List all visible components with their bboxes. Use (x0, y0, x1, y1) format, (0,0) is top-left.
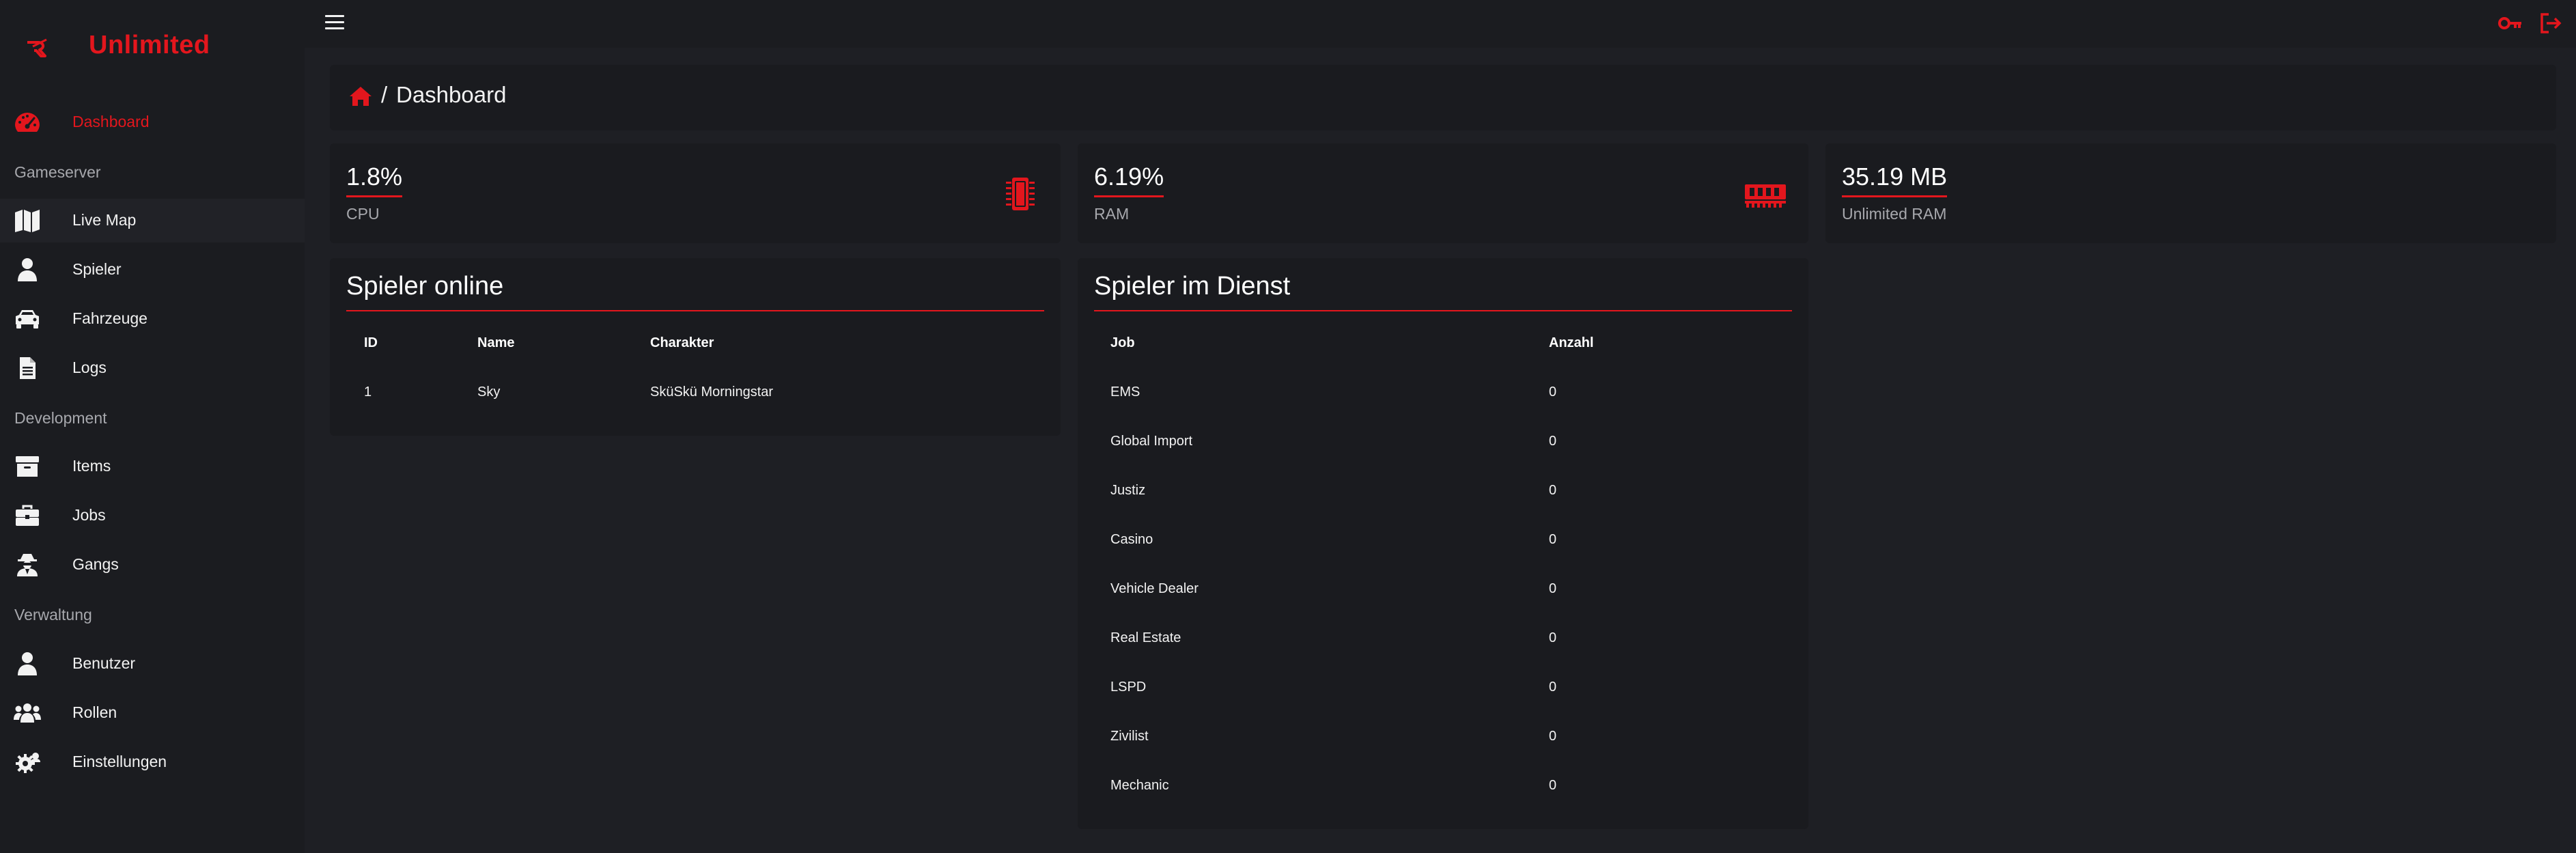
sidebar-item-label: Dashboard (72, 113, 150, 130)
section-verwaltung: Verwaltung (14, 606, 92, 624)
file-icon (14, 356, 41, 380)
sidebar-item-label: Fahrzeuge (72, 309, 148, 327)
column-header-name: Name (477, 335, 515, 350)
cell-anzahl: 0 (1549, 581, 1557, 596)
microchip-icon (1000, 176, 1040, 212)
user-icon (14, 257, 41, 282)
sidebar-item-label: Einstellungen (72, 753, 167, 770)
cell-anzahl: 0 (1549, 778, 1557, 793)
sidebar-item-logs[interactable]: Logs (0, 346, 305, 390)
sidebar-item-items[interactable]: Items (0, 445, 305, 488)
cell-anzahl: 0 (1549, 630, 1557, 645)
archive-icon (14, 454, 41, 479)
car-icon (14, 307, 41, 331)
page-title: Dashboard (396, 82, 507, 107)
brand-name: Unlimited (89, 31, 210, 59)
sidebar: Unlimited Dashboard Gameserver Live Map … (0, 0, 305, 853)
sidebar-item-label: Spieler (72, 260, 122, 278)
stat-label: Unlimited RAM (1842, 205, 1947, 223)
column-header-job: Job (1110, 335, 1135, 350)
panel-divider (346, 310, 1044, 311)
user-secret-icon (14, 553, 41, 577)
column-header-id: ID (364, 335, 378, 350)
stat-label: CPU (346, 205, 380, 223)
cell-anzahl: 0 (1549, 384, 1557, 400)
map-icon (14, 208, 41, 233)
cell-job: Global Import (1110, 434, 1193, 449)
sidebar-item-einstellungen[interactable]: Einstellungen (0, 740, 305, 784)
sidebar-item-label: Items (72, 457, 111, 475)
brand-logo (26, 36, 55, 61)
app-root: Unlimited Dashboard Gameserver Live Map … (0, 0, 2576, 853)
cell-job: Zivilist (1110, 729, 1149, 744)
cell-anzahl: 0 (1549, 680, 1557, 695)
cell-job: LSPD (1110, 680, 1147, 695)
sidebar-item-fahrzeuge[interactable]: Fahrzeuge (0, 297, 305, 341)
menu-icon[interactable] (325, 15, 344, 30)
stat-value: 1.8% (346, 163, 403, 197)
stat-value: 6.19% (1094, 163, 1164, 197)
sidebar-item-gangs[interactable]: Gangs (0, 543, 305, 587)
panel-divider (1094, 310, 1792, 311)
home-icon[interactable] (349, 85, 372, 107)
briefcase-icon (14, 503, 41, 528)
topbar (305, 0, 2576, 48)
stat-card-ram: 6.19% RAM (1078, 143, 1808, 243)
stat-card-cpu: 1.8% CPU (330, 143, 1061, 243)
sidebar-item-dashboard[interactable]: Dashboard (0, 100, 305, 144)
cell-anzahl: 0 (1549, 532, 1557, 547)
key-icon[interactable] (2498, 12, 2523, 34)
sidebar-item-spieler[interactable]: Spieler (0, 248, 305, 292)
cell-job: Justiz (1110, 483, 1146, 498)
sidebar-item-jobs[interactable]: Jobs (0, 494, 305, 537)
stat-label: RAM (1094, 205, 1130, 223)
column-header-anzahl: Anzahl (1549, 335, 1594, 350)
sidebar-item-label: Gangs (72, 555, 119, 573)
cell-name: Sky (477, 384, 501, 400)
logout-icon[interactable] (2539, 12, 2564, 34)
cell-job: Mechanic (1110, 778, 1169, 793)
cell-anzahl: 0 (1549, 483, 1557, 498)
sidebar-item-rollen[interactable]: Rollen (0, 691, 305, 735)
user-cog-icon (14, 750, 41, 774)
sidebar-item-label: Jobs (72, 506, 106, 524)
sidebar-item-live-map[interactable]: Live Map (0, 199, 305, 242)
breadcrumb: / Dashboard (330, 65, 2556, 130)
memory-icon (1744, 176, 1787, 212)
stat-value: 35.19 MB (1842, 163, 1948, 197)
brand[interactable]: Unlimited (0, 20, 305, 75)
cell-charakter: SküSkü Morningstar (650, 384, 774, 400)
section-gameserver: Gameserver (14, 163, 101, 181)
panel-title: Spieler online (346, 272, 504, 300)
breadcrumb-separator: / (381, 82, 388, 107)
column-header-charakter: Charakter (650, 335, 714, 350)
sidebar-item-label: Rollen (72, 703, 117, 721)
cell-job: EMS (1110, 384, 1140, 400)
stat-card-unlimited-ram: 35.19 MB Unlimited RAM (1825, 143, 2556, 243)
panel-title: Spieler im Dienst (1094, 272, 1291, 300)
players-on-duty-panel: Spieler im Dienst Job Anzahl EMS 0 Globa… (1078, 258, 1808, 829)
cell-anzahl: 0 (1549, 729, 1557, 744)
tachometer-icon (14, 110, 41, 135)
section-development: Development (14, 409, 107, 427)
cell-anzahl: 0 (1549, 434, 1557, 449)
cell-job: Real Estate (1110, 630, 1181, 645)
sidebar-item-benutzer[interactable]: Benutzer (0, 642, 305, 686)
cell-job: Casino (1110, 532, 1153, 547)
user-icon (14, 652, 41, 676)
players-online-panel: Spieler online ID Name Charakter 1 Sky S… (330, 258, 1061, 436)
users-icon (14, 701, 41, 725)
sidebar-item-label: Logs (72, 359, 107, 376)
cell-job: Vehicle Dealer (1110, 581, 1199, 596)
sidebar-item-label: Benutzer (72, 654, 136, 672)
sidebar-item-label: Live Map (72, 211, 137, 229)
cell-id: 1 (364, 384, 372, 400)
